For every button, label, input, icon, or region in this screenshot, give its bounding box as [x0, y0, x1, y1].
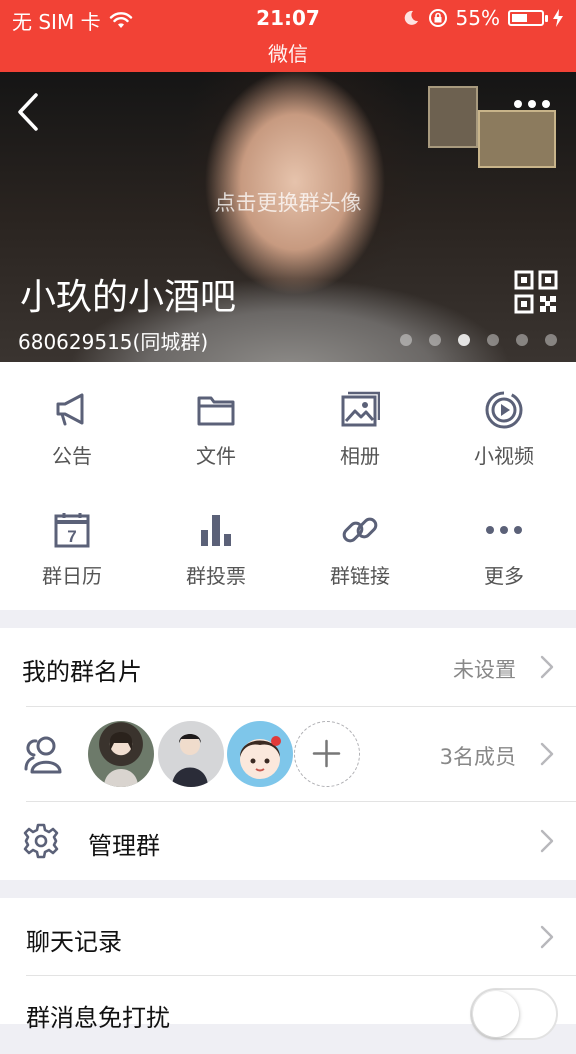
photo-album-icon	[341, 391, 380, 427]
more-dot	[528, 100, 536, 108]
status-bar: 无 SIM 卡 21:07 55% 微信	[0, 0, 576, 72]
member-avatar[interactable]	[88, 721, 154, 787]
page-dot	[458, 334, 470, 346]
my-group-card-value: 未设置	[453, 658, 516, 682]
grid-item-link[interactable]: 群链接	[288, 482, 432, 602]
megaphone-icon	[56, 393, 84, 426]
battery-level	[512, 14, 528, 22]
rotation-lock-icon	[428, 9, 447, 27]
grid-label: 相册	[340, 444, 380, 468]
member-count: 3名成员	[439, 745, 516, 769]
member-avatar[interactable]	[158, 721, 224, 787]
battery-icon	[508, 10, 548, 26]
grid-item-calendar[interactable]: 7 群日历	[0, 482, 144, 602]
grid-label: 文件	[196, 444, 236, 468]
grid-item-album[interactable]: 相册	[288, 362, 432, 482]
grid-item-short-video[interactable]: 小视频	[432, 362, 576, 482]
feature-grid: 公告 文件 相册 小视频 7 群日历 群投票 群链接 更多	[0, 362, 576, 610]
moon-icon	[404, 10, 418, 25]
chevron-right-icon	[540, 829, 554, 853]
my-group-card-label: 我的群名片	[22, 658, 142, 686]
grid-label: 群链接	[330, 564, 390, 588]
grid-label: 公告	[52, 444, 92, 468]
page-dot	[429, 334, 441, 346]
grid-label: 群日历	[42, 564, 102, 588]
chevron-right-icon	[540, 742, 554, 766]
manage-group-label: 管理群	[88, 832, 160, 860]
page-dot	[545, 334, 557, 346]
grid-item-vote[interactable]: 群投票	[144, 482, 288, 602]
grid-label: 小视频	[474, 444, 534, 468]
members-icon	[24, 736, 62, 774]
group-cover[interactable]: 点击更换群头像 小玖的小酒吧 680629515(同城群)	[0, 72, 576, 362]
mute-row: 群消息免打扰	[0, 976, 576, 1054]
avatar-person-icon	[104, 732, 138, 787]
group-name: 小玖的小酒吧	[20, 277, 237, 318]
members-row[interactable]: 3名成员	[0, 707, 576, 801]
member-avatar[interactable]	[227, 721, 293, 787]
more-dot	[542, 100, 550, 108]
status-right: 55%	[402, 6, 564, 30]
chat-history-row[interactable]: 聊天记录	[0, 898, 576, 976]
more-dot	[514, 100, 522, 108]
chat-settings-card: 聊天记录 群消息免打扰	[0, 898, 576, 1040]
gear-icon	[23, 823, 59, 859]
grid-item-more[interactable]: 更多	[432, 482, 576, 602]
status-subtitle: 微信	[268, 42, 308, 66]
plus-icon	[312, 739, 341, 768]
chat-history-label: 聊天记录	[26, 928, 122, 956]
battery-percent: 55%	[455, 6, 500, 30]
grid-item-files[interactable]: 文件	[144, 362, 288, 482]
cover-page-indicator	[400, 334, 557, 346]
grid-label: 群投票	[186, 564, 246, 588]
grid-item-announcement[interactable]: 公告	[0, 362, 144, 482]
toggle-knob	[473, 991, 519, 1037]
bar-chart-icon	[201, 515, 231, 546]
back-icon[interactable]	[14, 92, 44, 132]
background-window	[428, 86, 478, 148]
more-icon[interactable]	[514, 100, 550, 108]
grid-label: 更多	[484, 564, 524, 588]
mute-toggle[interactable]	[470, 988, 558, 1040]
video-icon	[485, 391, 523, 429]
qr-code-icon[interactable]	[514, 270, 558, 314]
page-dot	[516, 334, 528, 346]
background-window	[478, 110, 556, 168]
more-dots-icon	[486, 526, 522, 534]
change-avatar-hint[interactable]: 点击更换群头像	[0, 187, 576, 217]
folder-icon	[197, 396, 235, 426]
avatar-cartoon-girl-icon	[240, 736, 281, 779]
charging-icon	[553, 9, 563, 27]
add-member-button[interactable]	[294, 721, 360, 787]
calendar-day-text: 7	[67, 527, 76, 546]
page-dot	[487, 334, 499, 346]
page-dot	[400, 334, 412, 346]
manage-group-row[interactable]: 管理群	[0, 802, 576, 880]
avatar-person-icon	[172, 734, 208, 787]
group-settings-card: 我的群名片 未设置 3名成员 管理群	[0, 628, 576, 880]
my-group-card-row[interactable]: 我的群名片 未设置	[0, 628, 576, 706]
link-icon	[342, 517, 378, 543]
chevron-right-icon	[540, 655, 554, 679]
chevron-right-icon	[540, 925, 554, 949]
group-id: 680629515(同城群)	[18, 330, 209, 354]
mute-label: 群消息免打扰	[26, 1004, 170, 1032]
calendar-icon: 7	[54, 513, 90, 548]
